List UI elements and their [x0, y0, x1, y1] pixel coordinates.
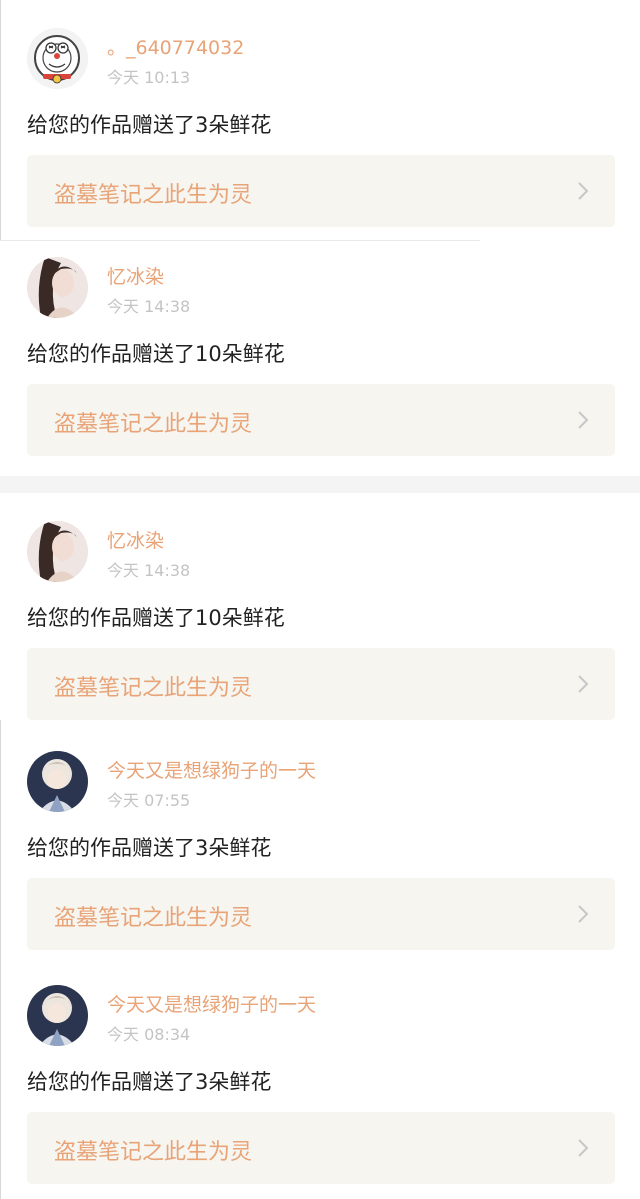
- work-title: 盗墓笔记之此生为灵: [54, 906, 253, 931]
- timestamp: 今天 10:13: [107, 68, 191, 87]
- user-avatar[interactable]: [27, 28, 88, 89]
- notification-item: 忆冰染今天 14:38 给您的作品赠送了10朵鲜花 盗墓笔记之此生为灵: [0, 493, 640, 724]
- gift-message: 给您的作品赠送了3朵鲜花: [27, 1070, 272, 1094]
- work-link-card[interactable]: 盗墓笔记之此生为灵: [27, 648, 615, 720]
- user-avatar[interactable]: [27, 257, 88, 318]
- gift-message: 给您的作品赠送了10朵鲜花: [27, 342, 285, 366]
- user-name[interactable]: 今天又是想绿狗子的一天: [107, 756, 316, 783]
- divider: [0, 476, 640, 493]
- gift-message: 给您的作品赠送了10朵鲜花: [27, 606, 285, 630]
- notification-item: 今天又是想绿狗子的一天今天 08:34 给您的作品赠送了3朵鲜花盗墓笔记之此生为灵: [0, 957, 640, 1188]
- user-name[interactable]: 忆冰染: [107, 262, 164, 289]
- work-title: 盗墓笔记之此生为灵: [54, 183, 253, 208]
- work-link-card[interactable]: 盗墓笔记之此生为灵: [27, 384, 615, 456]
- chevron-right-icon: [577, 410, 589, 430]
- timestamp: 今天 14:38: [107, 297, 191, 316]
- chevron-right-icon: [577, 904, 589, 924]
- work-link-card[interactable]: 盗墓笔记之此生为灵: [27, 878, 615, 950]
- user-name[interactable]: 今天又是想绿狗子的一天: [107, 990, 316, 1017]
- work-link-card[interactable]: 盗墓笔记之此生为灵: [27, 1112, 615, 1184]
- timestamp: 今天 08:34: [107, 1025, 191, 1044]
- chevron-right-icon: [577, 674, 589, 694]
- work-title: 盗墓笔记之此生为灵: [54, 676, 253, 701]
- user-name[interactable]: 忆冰染: [107, 526, 164, 553]
- chevron-right-icon: [577, 1138, 589, 1158]
- timestamp: 今天 07:55: [107, 791, 191, 810]
- notification-item: 忆冰染今天 14:38 给您的作品赠送了10朵鲜花 盗墓笔记之此生为灵: [0, 229, 640, 460]
- notification-item: 今天又是想绿狗子的一天今天 07:55 给您的作品赠送了3朵鲜花盗墓笔记之此生为灵: [0, 723, 640, 954]
- chevron-right-icon: [577, 181, 589, 201]
- work-link-card[interactable]: 盗墓笔记之此生为灵: [27, 155, 615, 227]
- timestamp: 今天 14:38: [107, 561, 191, 580]
- user-name[interactable]: 。_640774032: [107, 33, 244, 60]
- work-title: 盗墓笔记之此生为灵: [54, 1140, 253, 1165]
- user-avatar[interactable]: [27, 985, 88, 1046]
- user-avatar[interactable]: [27, 751, 88, 812]
- notification-item: 。_640774032 今天 10:13 给您的作品赠送了3朵鲜花盗墓笔记之此生为灵: [0, 0, 640, 231]
- notification-feed: 。_640774032 今天 10:13 给您的作品赠送了3朵鲜花 盗墓笔记之此生为灵…: [0, 0, 640, 1199]
- work-title: 盗墓笔记之此生为灵: [54, 412, 253, 437]
- user-avatar[interactable]: [27, 521, 88, 582]
- gift-message: 给您的作品赠送了3朵鲜花: [27, 836, 272, 860]
- gift-message: 给您的作品赠送了3朵鲜花: [27, 113, 272, 137]
